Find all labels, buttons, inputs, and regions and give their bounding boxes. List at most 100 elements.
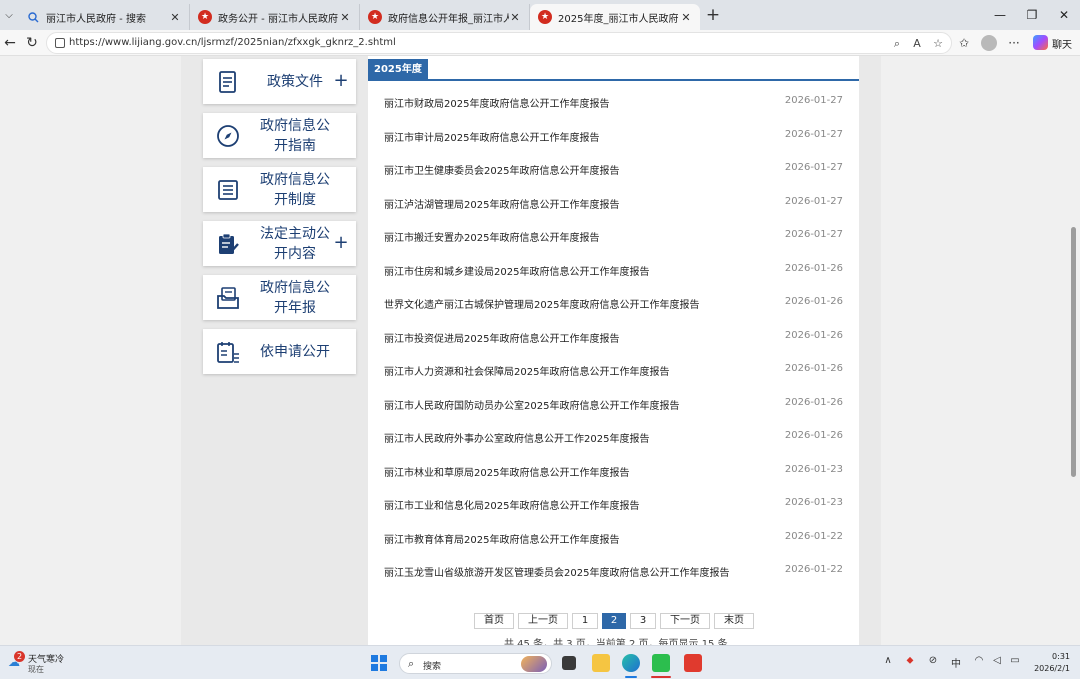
search-highlight-image — [521, 656, 547, 672]
restore-icon[interactable]: ❐ — [1017, 4, 1047, 26]
antivirus-icon[interactable]: ⬥ — [903, 655, 917, 666]
file-explorer-icon[interactable] — [592, 654, 610, 672]
wifi-icon[interactable]: ◠ — [972, 655, 986, 666]
next-page-button[interactable]: 下一页 — [660, 613, 710, 629]
new-tab-plus-icon[interactable]: + — [703, 5, 723, 25]
profile-avatar[interactable] — [981, 35, 997, 51]
tab-close-icon[interactable]: ✕ — [339, 11, 351, 24]
tab-close-icon[interactable]: ✕ — [169, 11, 181, 24]
taskbar-search[interactable]: ⌕ 搜索 — [399, 653, 552, 674]
report-date: 2026-01-27 — [784, 229, 843, 240]
task-view-icon[interactable] — [562, 656, 576, 670]
report-title-link[interactable]: 丽江市搬迁安置办2025年政府信息公开年度报告 — [384, 229, 599, 244]
page-scrollbar[interactable] — [1071, 56, 1078, 645]
chat-label[interactable]: 聊天 — [1052, 36, 1072, 51]
volume-icon[interactable]: ◁ — [990, 655, 1004, 666]
address-bar[interactable]: https://www.lijiang.gov.cn/ljsrmzf/2025n… — [46, 32, 952, 54]
list-item[interactable]: 丽江市工业和信息化局2025年政府信息公开工作年度报告 2026-01-23 — [368, 491, 859, 517]
sidebar-item-statutory-content[interactable]: 法定主动公开内容 + — [203, 221, 356, 266]
running-indicator — [651, 676, 671, 678]
list-item[interactable]: 丽江玉龙雪山省级旅游开发区管理委员会2025年度政府信息公开工作年度报告 2026… — [368, 558, 859, 584]
tab-2025[interactable]: ★ 2025年度_丽江市人民政府 ✕ — [530, 4, 700, 30]
list-item[interactable]: 世界文化遗产丽江古城保护管理局2025年度政府信息公开工作年度报告 2026-01… — [368, 290, 859, 316]
report-title-link[interactable]: 丽江市人民政府外事办公室政府信息公开工作2025年度报告 — [384, 430, 649, 445]
list-item[interactable]: 丽江市投资促进局2025年政府信息公开工作年度报告 2026-01-26 — [368, 324, 859, 350]
start-windows-icon[interactable] — [371, 655, 387, 671]
close-window-icon[interactable]: ✕ — [1049, 4, 1079, 26]
edge-browser-icon[interactable] — [622, 654, 640, 672]
report-title-link[interactable]: 丽江市住房和城乡建设局2025年政府信息公开工作年度报告 — [384, 263, 649, 278]
battery-icon[interactable]: ▭ — [1008, 655, 1022, 666]
expand-plus-icon[interactable]: + — [333, 231, 349, 255]
list-item[interactable]: 丽江市审计局2025年政府信息公开工作年度报告 2026-01-27 — [368, 123, 859, 149]
tab-close-icon[interactable]: ✕ — [680, 11, 692, 24]
page-button-3[interactable]: 3 — [630, 613, 656, 629]
copilot-icon[interactable] — [1033, 35, 1048, 50]
sidebar-item-annual-reports[interactable]: 政府信息公开年报 — [203, 275, 356, 320]
report-title-link[interactable]: 丽江市审计局2025年政府信息公开工作年度报告 — [384, 129, 599, 144]
list-item[interactable]: 丽江市教育体育局2025年政府信息公开工作年度报告 2026-01-22 — [368, 525, 859, 551]
sidebar-item-disclosure-guide[interactable]: 政府信息公开指南 — [203, 113, 356, 158]
report-title-link[interactable]: 丽江市人民政府国防动员办公室2025年政府信息公开工作年度报告 — [384, 397, 679, 412]
expand-plus-icon[interactable]: + — [333, 69, 349, 93]
refresh-icon[interactable]: ↻ — [22, 33, 42, 53]
tab-gov-affairs[interactable]: ★ 政务公开 - 丽江市人民政府 ✕ — [190, 4, 360, 30]
report-date: 2026-01-26 — [784, 329, 843, 341]
scrollbar-thumb[interactable] — [1071, 227, 1076, 477]
first-page-button[interactable]: 首页 — [474, 613, 514, 629]
back-arrow-icon[interactable]: ← — [0, 33, 20, 53]
wps-office-icon[interactable] — [684, 654, 702, 672]
clock-time[interactable]: 0:31 — [1040, 652, 1070, 661]
tab-actions-chevron-icon[interactable]: ⌵ — [0, 4, 18, 26]
page-button-1[interactable]: 1 — [572, 613, 598, 629]
tab-annual-reports[interactable]: ★ 政府信息公开年报_丽江市人民政府 ✕ — [360, 4, 530, 30]
more-menu-icon[interactable]: ··· — [1005, 34, 1023, 52]
read-aloud-icon[interactable]: A — [909, 36, 925, 52]
clipboard-edit-icon — [219, 233, 239, 254]
sidebar-item-apply-disclosure[interactable]: 依申请公开 — [203, 329, 356, 374]
favorite-star-icon[interactable]: ☆ — [930, 36, 946, 52]
section-title: 2025年度 — [368, 59, 428, 81]
list-item[interactable]: 丽江泸沽湖管理局2025年政府信息公开工作年度报告 2026-01-27 — [368, 190, 859, 216]
page-button-2-current[interactable]: 2 — [602, 613, 626, 629]
list-item[interactable]: 丽江市卫生健康委员会2025年政府信息公开年度报告 2026-01-27 — [368, 156, 859, 182]
list-item[interactable]: 丽江市搬迁安置办2025年政府信息公开年度报告 2026-01-27 — [368, 223, 859, 249]
report-title-link[interactable]: 丽江市卫生健康委员会2025年政府信息公开年度报告 — [384, 162, 619, 177]
wechat-icon[interactable] — [652, 654, 670, 672]
sidebar-item-disclosure-system[interactable]: 政府信息公开制度 — [203, 167, 356, 212]
last-page-button[interactable]: 末页 — [714, 613, 754, 629]
prev-page-button[interactable]: 上一页 — [518, 613, 568, 629]
report-title-link[interactable]: 丽江市财政局2025年度政府信息公开工作年度报告 — [384, 95, 609, 110]
list-item[interactable]: 丽江市人民政府外事办公室政府信息公开工作2025年度报告 2026-01-26 — [368, 424, 859, 450]
zoom-icon[interactable]: ⌕ — [889, 36, 905, 52]
report-title-link[interactable]: 丽江市人力资源和社会保障局2025年政府信息公开工作年度报告 — [384, 363, 669, 378]
minimize-icon[interactable]: — — [985, 4, 1015, 26]
report-date: 2026-01-27 — [784, 162, 843, 173]
list-item[interactable]: 丽江市人民政府国防动员办公室2025年政府信息公开工作年度报告 2026-01-2… — [368, 391, 859, 417]
report-title-link[interactable]: 丽江泸沽湖管理局2025年政府信息公开工作年度报告 — [384, 196, 619, 211]
folder-icon — [217, 287, 239, 309]
network-off-icon[interactable]: ⊘ — [926, 655, 940, 666]
weather-badge: 2 — [14, 651, 25, 662]
list-item[interactable]: 丽江市财政局2025年度政府信息公开工作年度报告 2026-01-27 — [368, 89, 859, 115]
sidebar-item-policy-documents[interactable]: 政策文件 + — [203, 59, 356, 104]
report-title-link[interactable]: 丽江市工业和信息化局2025年政府信息公开工作年度报告 — [384, 497, 639, 512]
list-item[interactable]: 丽江市人力资源和社会保障局2025年政府信息公开工作年度报告 2026-01-26 — [368, 357, 859, 383]
favorites-bar-icon[interactable]: ✩ — [955, 34, 973, 52]
tab-search[interactable]: 丽江市人民政府 - 搜索 ✕ — [18, 4, 190, 30]
report-title-link[interactable]: 丽江市投资促进局2025年政府信息公开工作年度报告 — [384, 330, 619, 345]
report-title-link[interactable]: 丽江玉龙雪山省级旅游开发区管理委员会2025年度政府信息公开工作年度报告 — [384, 564, 729, 579]
sidebar-item-label: 政策文件 — [267, 73, 323, 90]
tray-expand-icon[interactable]: ∧ — [881, 655, 895, 666]
report-title-link[interactable]: 世界文化遗产丽江古城保护管理局2025年度政府信息公开工作年度报告 — [384, 296, 699, 311]
list-item[interactable]: 丽江市林业和草原局2025年政府信息公开工作年度报告 2026-01-23 — [368, 458, 859, 484]
clock-date[interactable]: 2026/2/1 — [1030, 664, 1070, 673]
report-date: 2026-01-27 — [784, 128, 843, 140]
report-date: 2026-01-27 — [784, 95, 843, 106]
tab-close-icon[interactable]: ✕ — [509, 11, 521, 24]
ime-language[interactable]: 中 — [949, 655, 963, 670]
list-item[interactable]: 丽江市住房和城乡建设局2025年政府信息公开工作年度报告 2026-01-26 — [368, 257, 859, 283]
report-title-link[interactable]: 丽江市林业和草原局2025年政府信息公开工作年度报告 — [384, 464, 629, 479]
search-icon: ⌕ — [408, 657, 415, 670]
report-title-link[interactable]: 丽江市教育体育局2025年政府信息公开工作年度报告 — [384, 531, 619, 546]
